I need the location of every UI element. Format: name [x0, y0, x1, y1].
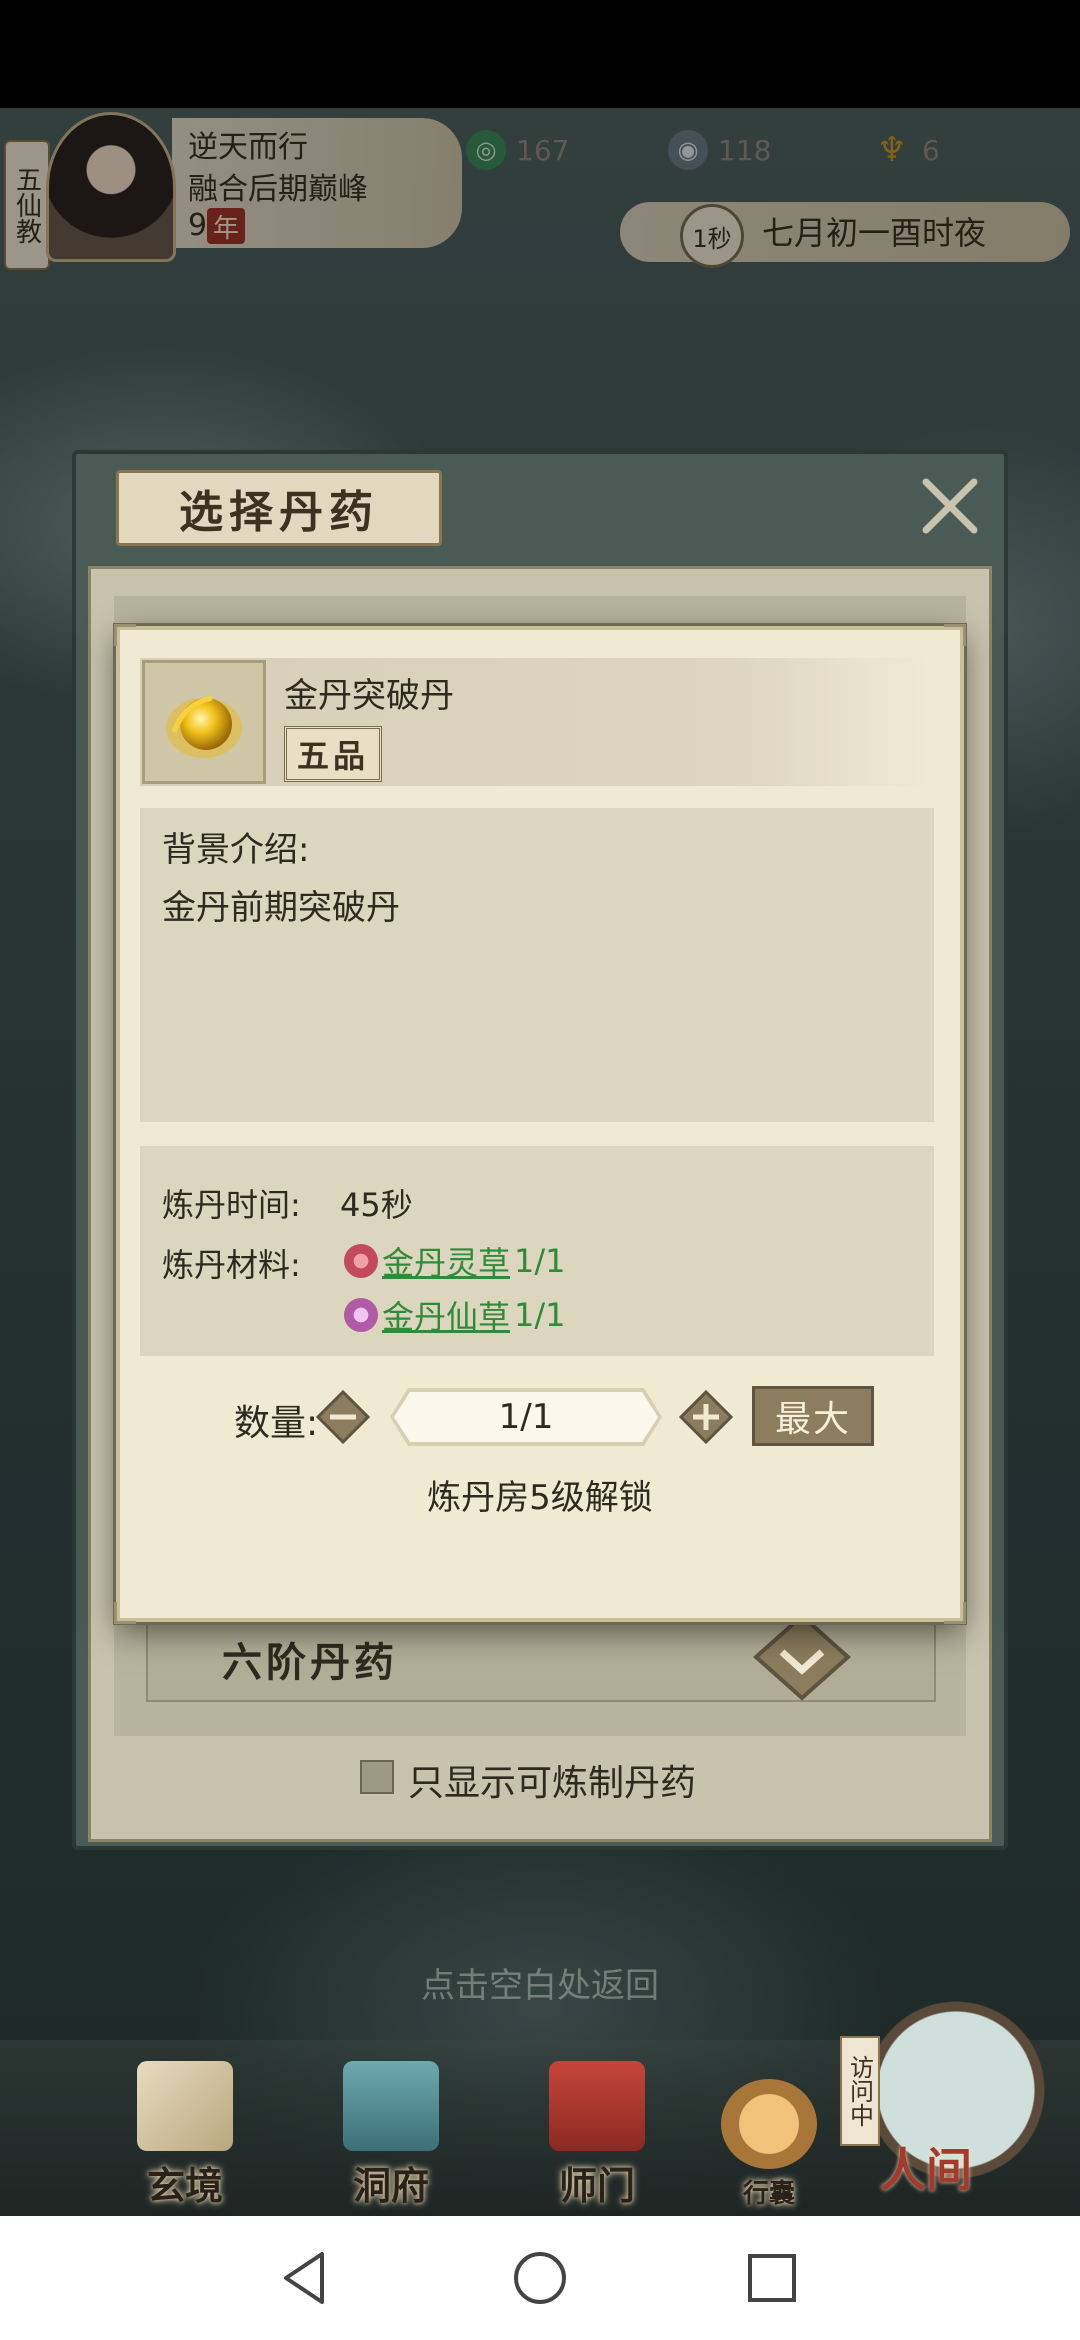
material-link[interactable]: 金丹灵草 — [382, 1238, 510, 1284]
scroll-icon — [137, 2061, 233, 2151]
dialog-corner — [944, 624, 966, 646]
background-description: 金丹前期突破丹 — [162, 888, 400, 928]
item-name: 金丹突破丹 — [284, 676, 454, 716]
dialog-corner — [114, 624, 136, 646]
back-icon[interactable] — [276, 2246, 340, 2310]
decrease-quantity-button[interactable] — [316, 1390, 370, 1444]
status-bar — [0, 0, 1080, 108]
material-item[interactable]: 金丹灵草 1/1 — [344, 1238, 566, 1284]
increase-quantity-button[interactable] — [679, 1390, 733, 1444]
close-icon[interactable] — [916, 472, 984, 540]
item-grade-badge: 五品 — [284, 726, 383, 782]
material-count: 1/1 — [514, 1242, 566, 1280]
material-item[interactable]: 金丹仙草 1/1 — [344, 1292, 566, 1338]
herb-icon — [344, 1244, 378, 1278]
background-title: 背景介绍: — [162, 830, 310, 870]
quantity-field[interactable]: 1/1 — [394, 1392, 658, 1442]
craft-time-value: 45秒 — [340, 1186, 413, 1224]
filter-checkbox[interactable] — [360, 1760, 394, 1794]
nav-label: 洞府 — [352, 2164, 429, 2208]
max-quantity-button[interactable]: 最大 — [752, 1386, 874, 1446]
rank-section-label: 六阶丹药 — [222, 1640, 398, 1686]
herb-icon — [344, 1298, 378, 1332]
craft-time-label: 炼丹时间: — [162, 1186, 301, 1224]
bag-icon — [721, 2079, 817, 2169]
nav-xingnang[interactable]: 行囊 — [694, 2060, 844, 2210]
filter-label: 只显示可炼制丹药 — [408, 1763, 697, 1804]
recents-icon[interactable] — [740, 2246, 804, 2310]
banner-icon — [549, 2061, 645, 2151]
panel-title: 选择丹药 — [116, 470, 442, 546]
material-link[interactable]: 金丹仙草 — [382, 1292, 510, 1338]
material-count: 1/1 — [514, 1296, 566, 1334]
nav-label: 玄境 — [146, 2164, 223, 2208]
dialog-corner — [944, 1602, 966, 1624]
nav-xuanjing[interactable]: 玄境 — [110, 2060, 260, 2210]
golden-pill-icon — [166, 695, 242, 758]
dialog-corner — [114, 1602, 136, 1624]
nav-label: 行囊 — [742, 2179, 795, 2209]
nav-dongfu[interactable]: 洞府 — [316, 2060, 466, 2210]
visiting-badge: 访问中 — [840, 2036, 880, 2146]
materials-label: 炼丹材料: — [162, 1246, 301, 1284]
nav-shimen[interactable]: 师门 — [522, 2060, 672, 2210]
unlock-requirement: 炼丹房5级解锁 — [427, 1478, 653, 1518]
pill-item-icon — [142, 660, 266, 784]
home-icon[interactable] — [508, 2246, 572, 2310]
world-label: 人间 — [880, 2143, 972, 2197]
quantity-label: 数量: — [234, 1403, 319, 1444]
nav-label: 师门 — [558, 2164, 635, 2208]
chevron-down-icon[interactable] — [752, 1612, 852, 1702]
pavilion-icon — [343, 2061, 439, 2151]
